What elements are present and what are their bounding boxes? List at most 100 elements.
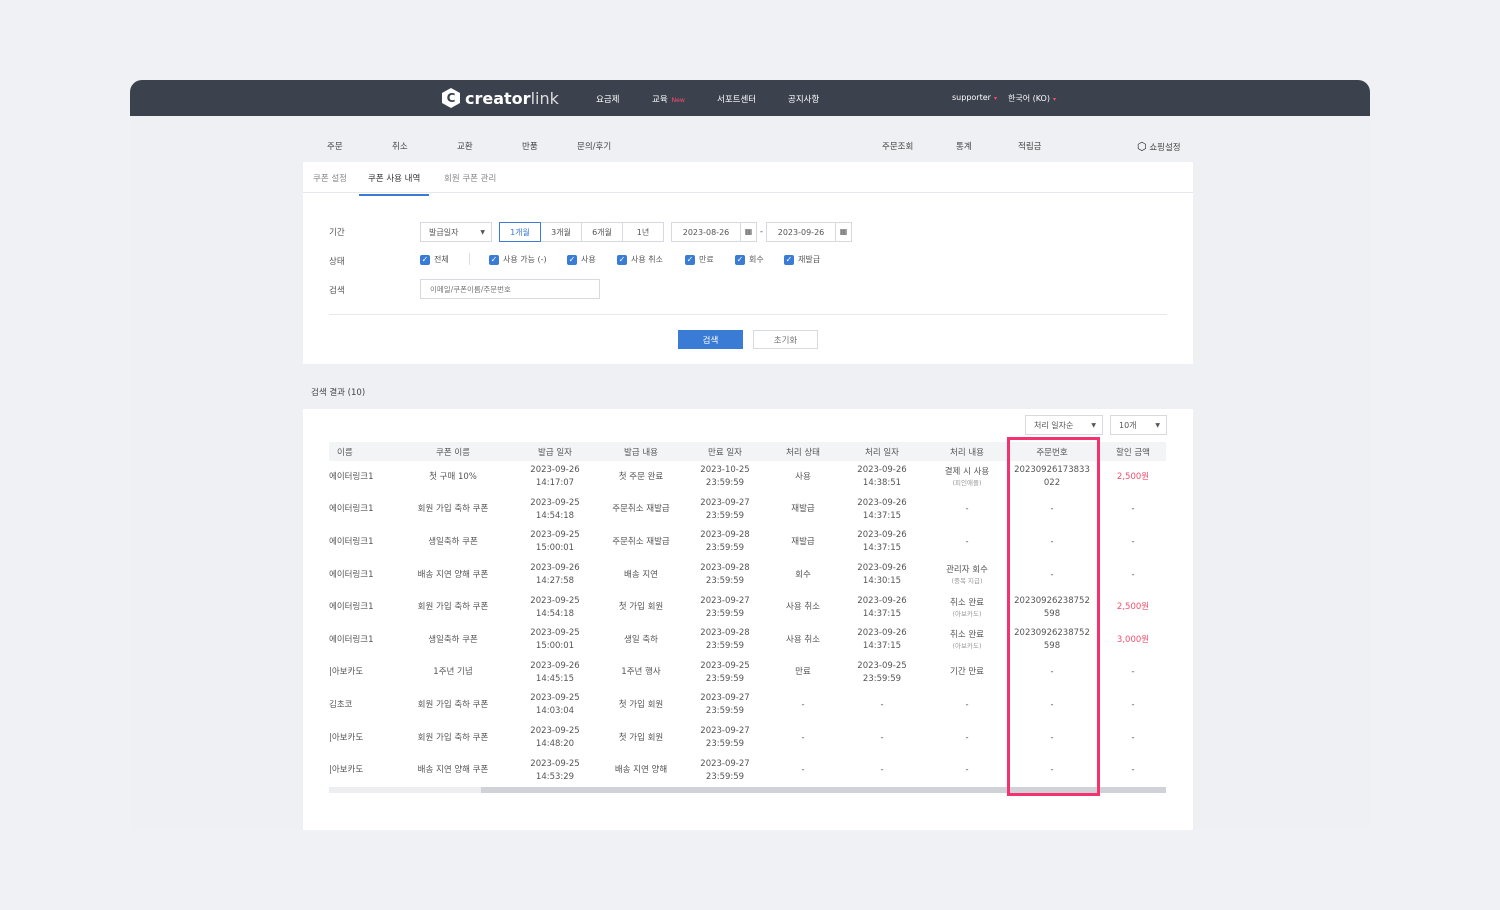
- table-cell: 에이터링크1: [329, 624, 400, 657]
- cell-text: 회원 가입 축하 쿠폰: [417, 602, 489, 613]
- checkbox-label: 회수: [749, 255, 764, 264]
- table-cell: 2023-10-25 23:59:59: [678, 461, 772, 494]
- subtab-coupon-settings[interactable]: 쿠폰 설정: [313, 172, 347, 184]
- nav-education[interactable]: 교육 New: [652, 93, 685, 105]
- table-cell: |아보카도: [329, 657, 400, 690]
- table-cell: 2023-09-26 14:37:15: [834, 591, 930, 624]
- date-type-select[interactable]: 발급일자 ▼: [420, 222, 492, 242]
- cell-text: (중복 지급): [951, 577, 983, 586]
- language-menu[interactable]: 한국어 (KO) ▾: [1008, 93, 1056, 104]
- tab-cancel[interactable]: 취소: [392, 140, 408, 152]
- tab-exchange[interactable]: 교환: [457, 140, 473, 152]
- cell-text: 사용: [795, 471, 811, 482]
- column-header: 발급 일자: [506, 442, 604, 461]
- table-cell: -: [930, 494, 1004, 527]
- cell-text: 14:38:51: [862, 478, 902, 489]
- range-3-months[interactable]: 3개월: [540, 222, 582, 242]
- tab-shop-settings[interactable]: ⬡ 쇼핑설정: [1137, 140, 1181, 153]
- table-cell: 재발급: [772, 526, 834, 559]
- user-menu[interactable]: supporter ▾: [952, 93, 997, 102]
- nav-pricing[interactable]: 요금제: [596, 93, 619, 105]
- range-6-months[interactable]: 6개월: [581, 222, 623, 242]
- cell-text: 2023-09-26: [530, 563, 580, 574]
- table-cell: 첫 가입 회원: [604, 689, 678, 722]
- table-cell: -: [930, 722, 1004, 755]
- check-icon: ✓: [735, 254, 745, 265]
- tab-inquiry[interactable]: 문의/후기: [577, 140, 611, 152]
- cell-text: 배송 지연 양해 쿠폰: [417, 765, 489, 776]
- table-cell: 2023-09-27 23:59:59: [678, 754, 772, 787]
- table-cell: 2023-09-25 14:48:20: [506, 722, 604, 755]
- table-cell: 배송 지연 양해 쿠폰: [400, 559, 506, 592]
- table-cell: 재발급: [772, 494, 834, 527]
- cell-text: 2023-09-25: [530, 726, 580, 737]
- cell-text: 1주년 기념: [433, 667, 473, 678]
- search-input[interactable]: [420, 279, 600, 299]
- cell-text: -: [1131, 699, 1135, 710]
- status-reissued-checkbox[interactable]: ✓ 재발급: [784, 254, 820, 265]
- tab-order-lookup[interactable]: 주문조회: [882, 140, 913, 152]
- cell-text: 에이터링크1: [329, 536, 374, 547]
- cell-text: 2023-09-25: [700, 660, 750, 671]
- subtab-member-coupons[interactable]: 회원 쿠폰 관리: [444, 172, 496, 184]
- cell-text: 첫 가입 회원: [618, 732, 664, 743]
- cell-text: 2023-10-25: [700, 465, 750, 476]
- language-label: 한국어 (KO): [1008, 94, 1050, 103]
- range-1-month[interactable]: 1개월: [499, 222, 541, 242]
- checkbox-label: 재발급: [798, 255, 821, 264]
- table-cell: 결제 시 사용 (피인애플): [930, 461, 1004, 494]
- cell-text: -: [965, 765, 969, 776]
- nav-support[interactable]: 서포트센터: [717, 93, 756, 105]
- checkbox-label: 만료: [699, 255, 714, 264]
- start-date-input[interactable]: 2023-08-26 ▦: [671, 222, 757, 242]
- status-cancelled-checkbox[interactable]: ✓ 사용 취소: [617, 254, 663, 265]
- status-expired-checkbox[interactable]: ✓ 만료: [685, 254, 714, 265]
- tab-stats[interactable]: 통계: [956, 140, 972, 152]
- cell-text: 14:45:15: [535, 673, 575, 684]
- cell-text: 23:59:59: [705, 739, 745, 750]
- cell-text: 14:37:15: [862, 510, 902, 521]
- table-cell: 회원 가입 축하 쿠폰: [400, 722, 506, 755]
- column-header: 할인 금액: [1100, 442, 1166, 461]
- creatorlink-logo[interactable]: Ccreatorlink: [442, 88, 559, 108]
- cell-text: -: [880, 765, 884, 776]
- logo-icon: C: [442, 88, 460, 108]
- cell-text: 취소 완료: [950, 630, 984, 641]
- cell-text: 2023-09-25: [530, 758, 580, 769]
- tab-return[interactable]: 반품: [522, 140, 538, 152]
- cell-text: 2023-09-26: [857, 530, 907, 541]
- status-used-checkbox[interactable]: ✓ 사용: [567, 254, 596, 265]
- status-available-checkbox[interactable]: ✓ 사용 가능 (-): [489, 254, 547, 265]
- calendar-icon[interactable]: ▦: [740, 223, 756, 241]
- range-1-year[interactable]: 1년: [622, 222, 664, 242]
- end-date-input[interactable]: 2023-09-26 ▦: [766, 222, 852, 242]
- cell-text: 배송 지연: [624, 569, 658, 580]
- tab-points[interactable]: 적립금: [1018, 140, 1041, 152]
- cell-text: 2023-09-25: [530, 595, 580, 606]
- reset-button[interactable]: 초기화: [753, 330, 818, 349]
- start-date-value: 2023-08-26: [682, 227, 730, 237]
- subtab-coupon-usage[interactable]: 쿠폰 사용 내역: [359, 172, 430, 196]
- cell-text: 3,000원: [1116, 634, 1150, 645]
- search-button[interactable]: 검색: [678, 330, 743, 349]
- nav-notice[interactable]: 공지사항: [788, 93, 819, 105]
- cell-text: 1주년 행사: [621, 667, 661, 678]
- status-all-checkbox[interactable]: ✓ 전체: [420, 254, 449, 265]
- tab-order[interactable]: 주문: [327, 140, 343, 152]
- column-header: 이름: [329, 442, 400, 461]
- calendar-icon[interactable]: ▦: [835, 223, 851, 241]
- column-header: 발급 내용: [604, 442, 678, 461]
- cell-text: 생일축하 쿠폰: [428, 536, 478, 547]
- page-size-select[interactable]: 10개 ▼: [1110, 415, 1167, 435]
- cell-text: 배송 지연 양해: [614, 765, 668, 776]
- cell-text: 2023-09-27: [700, 693, 750, 704]
- table-cell: 2,500원: [1100, 591, 1166, 624]
- table-cell: 회수: [772, 559, 834, 592]
- cell-text: (아보카도): [952, 642, 982, 651]
- check-icon: ✓: [489, 254, 499, 265]
- table-cell: 첫 주문 완료: [604, 461, 678, 494]
- status-revoked-checkbox[interactable]: ✓ 회수: [735, 254, 764, 265]
- sort-select[interactable]: 처리 일자순 ▼: [1025, 415, 1103, 435]
- cell-text: 첫 가입 회원: [618, 602, 664, 613]
- cell-text: -: [801, 699, 805, 710]
